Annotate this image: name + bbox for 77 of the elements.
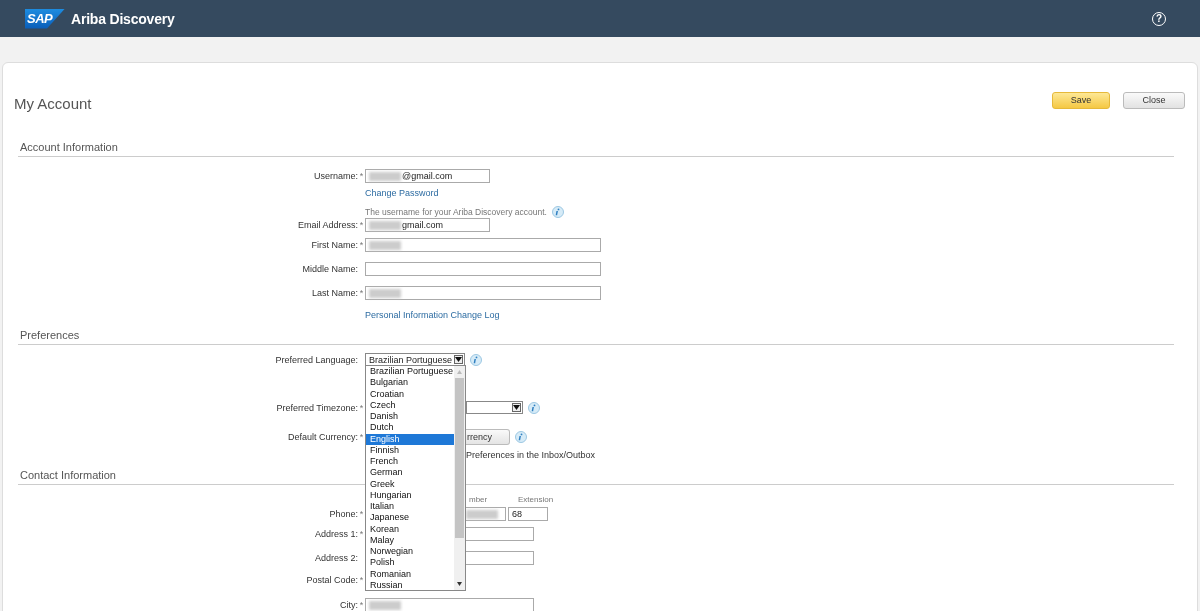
dropdown-option[interactable]: English: [366, 433, 454, 445]
required-mark: *: [358, 402, 365, 413]
scrollbar[interactable]: [454, 366, 465, 590]
field-caption: Extension: [518, 495, 554, 504]
dropdown-option[interactable]: Danish: [366, 411, 454, 423]
section-heading: Preferences: [18, 329, 1174, 345]
text-field[interactable]: gmail.com: [365, 218, 490, 232]
field-label: Preferred Timezone:: [275, 402, 358, 413]
scroll-up-icon[interactable]: [457, 370, 462, 374]
currency-button[interactable]: rrency: [466, 429, 510, 445]
dropdown-arrow-icon[interactable]: [512, 403, 521, 412]
section-heading: Account Information: [18, 141, 1174, 157]
field-label: Address 2:: [313, 553, 358, 563]
close-button[interactable]: Close: [1123, 91, 1185, 109]
text-field[interactable]: [365, 238, 601, 252]
required-mark: *: [358, 288, 365, 298]
dropdown-option[interactable]: French: [366, 456, 454, 468]
required-mark: *: [358, 529, 365, 539]
dropdown-option[interactable]: Polish: [366, 557, 454, 569]
dropdown-option[interactable]: Brazilian Portuguese: [366, 366, 454, 378]
text-link[interactable]: Change Password: [365, 188, 439, 198]
text-field[interactable]: @gmail.com: [365, 169, 490, 183]
dropdown-option[interactable]: Hungarian: [366, 489, 454, 501]
text-link[interactable]: Personal Information Change Log: [365, 310, 500, 320]
app-title: Ariba Discovery: [71, 10, 175, 27]
required-mark: *: [358, 509, 365, 519]
field-label: Username:: [313, 171, 358, 181]
dropdown-option[interactable]: Croatian: [366, 388, 454, 400]
required-mark: *: [358, 171, 365, 181]
page-title: My Account: [14, 94, 92, 112]
field-caption: mber: [469, 495, 488, 504]
field-label: City:: [339, 600, 358, 610]
field-label: Middle Name:: [301, 264, 358, 274]
dropdown-option[interactable]: Korean: [366, 523, 454, 535]
field-label: First Name:: [310, 240, 358, 250]
required-mark: *: [358, 220, 365, 230]
extension-field[interactable]: 68: [508, 507, 548, 521]
info-icon[interactable]: [551, 206, 564, 218]
field-label: Address 1:: [313, 529, 358, 539]
dropdown-option[interactable]: Greek: [366, 478, 454, 490]
scroll-down-icon[interactable]: [457, 582, 462, 586]
field-label: Postal Code:: [305, 575, 358, 585]
dropdown-option[interactable]: Norwegian: [366, 546, 454, 558]
dropdown-arrow-icon[interactable]: [454, 355, 463, 364]
info-icon[interactable]: [515, 431, 527, 443]
dropdown-option[interactable]: Malay: [366, 534, 454, 546]
phone-number-field[interactable]: [466, 507, 506, 521]
timezone-select[interactable]: [466, 401, 523, 414]
sap-logo: SAP: [25, 8, 65, 29]
info-icon[interactable]: [528, 401, 540, 414]
text-field[interactable]: [365, 262, 601, 276]
save-button[interactable]: Save: [1052, 91, 1110, 109]
field-label: Email Address:: [296, 220, 358, 230]
text-field[interactable]: [466, 527, 534, 541]
required-mark: *: [358, 240, 365, 250]
dropdown-option[interactable]: Russian: [366, 579, 454, 591]
required-mark: *: [358, 432, 365, 442]
field-label: Phone:: [328, 509, 358, 519]
field-label: Preferred Language:: [274, 354, 358, 365]
dropdown-option[interactable]: German: [366, 467, 454, 479]
field-label: Last Name:: [310, 288, 358, 298]
dropdown-option[interactable]: Bulgarian: [366, 377, 454, 389]
text-field[interactable]: [466, 551, 534, 565]
field-label: Default Currency:: [286, 432, 358, 442]
required-mark: *: [358, 600, 365, 610]
text-field[interactable]: [365, 598, 534, 611]
required-mark: *: [358, 575, 365, 585]
dropdown-option[interactable]: Finnish: [366, 444, 454, 456]
text-field[interactable]: [365, 286, 601, 300]
dropdown-option[interactable]: Italian: [366, 501, 454, 513]
help-text: The username for your Ariba Discovery account.: [365, 207, 547, 217]
dropdown-option[interactable]: Dutch: [366, 422, 454, 434]
checkbox-label: Preferences in the Inbox/Outbox: [466, 450, 596, 460]
info-icon[interactable]: [470, 353, 482, 366]
dropdown-option[interactable]: Japanese: [366, 512, 454, 524]
dropdown-option[interactable]: Romanian: [366, 568, 454, 580]
dropdown-option[interactable]: Czech: [366, 399, 454, 411]
